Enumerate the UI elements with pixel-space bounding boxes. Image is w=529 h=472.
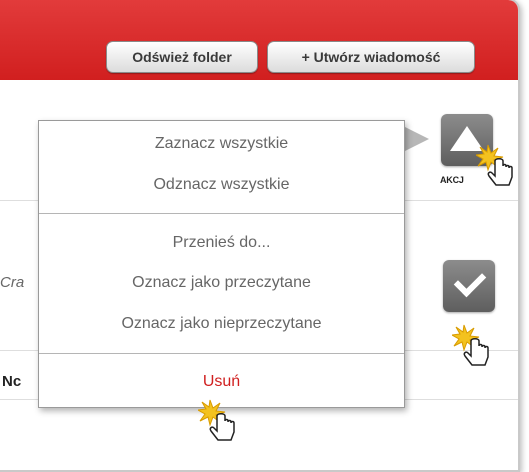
select-checkbox-button[interactable] (443, 260, 495, 312)
menu-item-mark-unread[interactable]: Oznacz jako nieprzeczytane (39, 315, 404, 333)
column-header: Nc (2, 373, 22, 390)
top-toolbar: Odśwież folder + Utwórz wiadomość (0, 0, 518, 80)
menu-item-select-all[interactable]: Zaznacz wszystkie (39, 135, 404, 153)
hand-pointer-icon (476, 143, 520, 189)
hand-pointer-icon (198, 398, 242, 444)
refresh-folder-button[interactable]: Odśwież folder (106, 41, 258, 73)
menu-item-delete[interactable]: Usuń (39, 373, 404, 391)
background-text: Cra (0, 274, 25, 291)
menu-item-deselect-all[interactable]: Odznacz wszystkie (39, 176, 404, 194)
hand-pointer-icon (452, 323, 496, 369)
menu-item-mark-read[interactable]: Oznacz jako przeczytane (39, 274, 404, 292)
checkmark-icon (453, 264, 487, 298)
menu-separator (39, 353, 404, 354)
menu-separator (39, 213, 404, 214)
menu-pointer (403, 126, 429, 152)
actions-label: AKCJ (440, 175, 464, 185)
actions-dropdown-menu: Zaznacz wszystkie Odznacz wszystkie Prze… (38, 120, 405, 408)
menu-item-move-to[interactable]: Przenieś do... (39, 234, 404, 252)
compose-message-button[interactable]: + Utwórz wiadomość (267, 41, 475, 73)
